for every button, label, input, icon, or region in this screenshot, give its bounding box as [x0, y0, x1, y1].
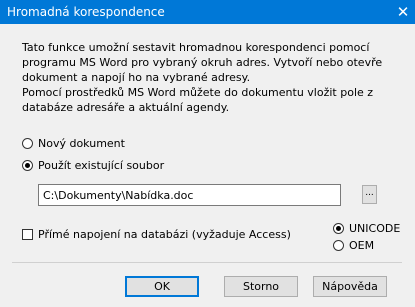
description-line: Pomocí prostředků MS Word můžete do doku… — [22, 86, 374, 99]
radio-circle-icon[interactable] — [333, 240, 344, 251]
title-bar[interactable]: Hromadná korespondence ✕ — [0, 0, 415, 24]
direct-db-checkbox[interactable]: Přímé napojení na databázi (vyžaduje Acc… — [22, 228, 291, 241]
file-path-input[interactable] — [38, 184, 341, 206]
direct-db-label: Přímé napojení na databázi (vyžaduje Acc… — [38, 228, 291, 241]
radio-circle-icon[interactable] — [22, 138, 33, 149]
radio-selected-icon[interactable] — [333, 223, 344, 234]
radio-new-document[interactable]: Nový dokument — [22, 137, 125, 150]
description-line: dokument a napojí ho na vybrané adresy. — [22, 71, 251, 84]
description-text: Tato funkce umožní sestavit hromadnou ko… — [22, 40, 402, 115]
radio-oem[interactable]: OEM — [333, 239, 374, 252]
window-title: Hromadná korespondence — [7, 5, 165, 19]
cancel-button[interactable]: Storno — [224, 276, 298, 297]
checkbox-box-icon[interactable] — [22, 229, 33, 240]
description-line: Tato funkce umožní sestavit hromadnou ko… — [22, 41, 370, 54]
radio-unicode[interactable]: UNICODE — [333, 222, 400, 235]
help-button[interactable]: Nápověda — [313, 276, 387, 297]
dialog-window: Hromadná korespondence ✕ Tato funkce umo… — [0, 0, 415, 307]
radio-existing-file[interactable]: Použít existující soubor — [22, 159, 164, 172]
radio-new-document-label: Nový dokument — [38, 137, 125, 150]
description-line: programu MS Word pro vybraný okruh adres… — [22, 56, 383, 69]
radio-unicode-label: UNICODE — [349, 222, 401, 235]
browse-button[interactable]: ... — [362, 185, 377, 204]
close-icon[interactable]: ✕ — [391, 0, 415, 24]
radio-oem-label: OEM — [349, 239, 375, 252]
ok-button[interactable]: OK — [125, 276, 199, 297]
description-line: databáze adresáře a aktuální agendy. — [22, 101, 230, 114]
separator-line — [12, 262, 402, 263]
radio-selected-icon[interactable] — [22, 160, 33, 171]
radio-existing-file-label: Použít existující soubor — [38, 159, 165, 172]
